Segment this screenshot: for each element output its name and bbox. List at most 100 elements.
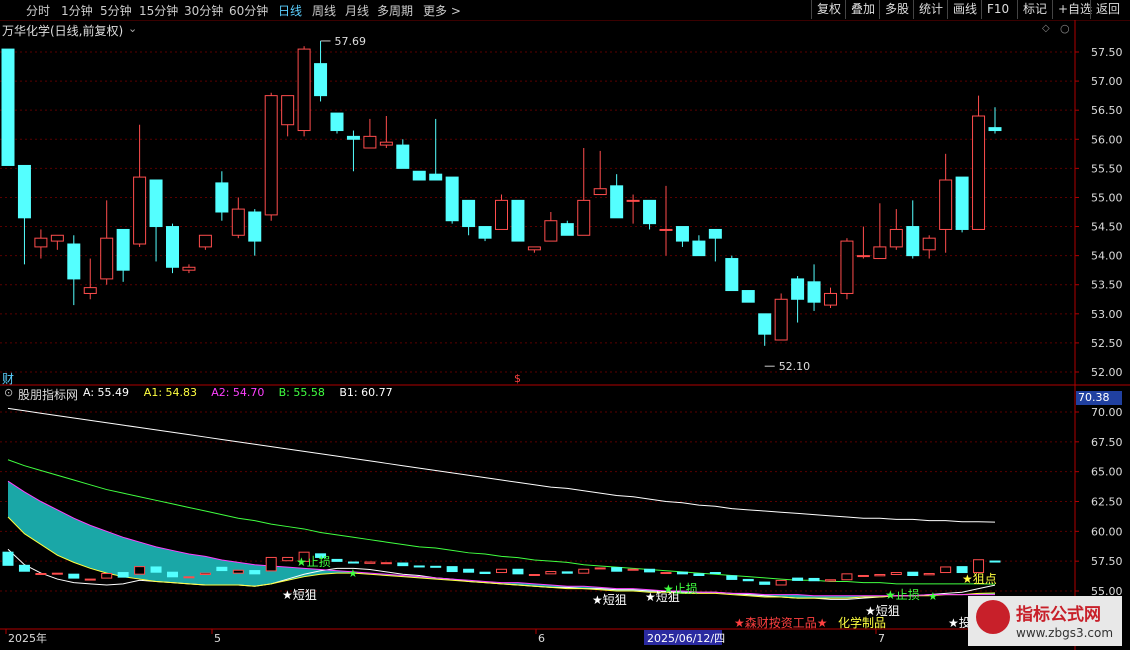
ind-candle-1 <box>18 564 30 572</box>
ind-tick-label-1: 67.50 <box>1091 436 1123 449</box>
candle-body-47 <box>774 298 788 341</box>
candle-body-12 <box>198 234 212 248</box>
watermark: 指标公式网 www.zbgs3.com <box>968 596 1122 646</box>
candle-body-6 <box>100 237 114 280</box>
candle-body-11 <box>182 266 196 271</box>
xaxis-label-4: 7 <box>878 632 885 645</box>
ind-candle-56 <box>923 573 935 576</box>
ind-candle-28 <box>463 568 475 573</box>
candle-body-3 <box>50 234 64 242</box>
ind-candle-20 <box>331 558 343 562</box>
ind-candle-11 <box>183 576 195 579</box>
candle-body-29 <box>478 226 492 239</box>
ind-candle-43 <box>709 572 721 575</box>
ind-candle-0 <box>2 551 14 566</box>
ind-candle-14 <box>232 569 244 574</box>
ind-candle-45 <box>742 578 754 582</box>
signal-0: ★短狙 <box>282 588 317 602</box>
y-tick-label-5: 55.00 <box>1091 191 1123 204</box>
ind-candle-16 <box>265 556 277 572</box>
candle-body-51 <box>840 240 854 294</box>
series-line-B1 <box>7 407 996 523</box>
candle-body-43 <box>708 228 722 239</box>
ind-candle-34 <box>561 571 573 574</box>
ind-candle-33 <box>545 571 557 575</box>
candle-body-41 <box>675 226 689 242</box>
candle-body-24 <box>396 144 410 169</box>
kline-chart[interactable]: 57.50 57.00 56.50 56.00 55.50 55.00 54.50 54.00… <box>0 0 1130 650</box>
candle-body-52 <box>856 255 870 258</box>
signal-2: ★短狙 <box>592 593 627 607</box>
ind-candle-22 <box>364 561 376 564</box>
ind-candle-55 <box>907 571 919 576</box>
candle-body-59 <box>972 115 986 230</box>
candle-body-42 <box>692 240 706 257</box>
candle-body-38 <box>626 199 640 202</box>
signal-star-1: ★ <box>348 567 358 580</box>
ind-candle-59 <box>973 559 985 574</box>
candle-body-5 <box>83 287 97 294</box>
y-tick-label-7: 54.00 <box>1091 250 1123 263</box>
ind-candle-2 <box>35 573 47 576</box>
ind-candle-15 <box>249 570 261 575</box>
ind-candle-53 <box>874 574 886 577</box>
ind-candle-54 <box>890 572 902 576</box>
candle-body-21 <box>346 135 360 140</box>
ind-candle-50 <box>825 579 836 582</box>
ind-tick-label-0: 70.00 <box>1091 406 1123 419</box>
candle-body-56 <box>922 237 936 251</box>
candle-body-25 <box>412 170 426 181</box>
watermark-logo <box>976 600 1010 634</box>
ind-candle-26 <box>430 565 442 568</box>
y-tick-label-4: 55.50 <box>1091 162 1123 175</box>
ind-candle-21 <box>347 561 359 564</box>
ind-candle-25 <box>413 565 425 568</box>
ind-tick-label-3: 62.50 <box>1091 496 1123 509</box>
ind-candle-12 <box>199 572 211 576</box>
ind-candle-57 <box>940 566 952 574</box>
candle-body-44 <box>725 258 739 292</box>
y-tick-label-10: 52.50 <box>1091 337 1123 350</box>
ind-candle-41 <box>676 571 688 575</box>
candle-body-18 <box>297 48 311 132</box>
candle-body-30 <box>495 199 508 230</box>
candle-body-45 <box>741 290 755 303</box>
y-tick-label-0: 57.50 <box>1091 46 1123 59</box>
candle-body-40 <box>659 228 673 231</box>
candle-body-20 <box>330 112 344 132</box>
candle-body-54 <box>889 228 903 248</box>
ind-candle-24 <box>397 562 409 567</box>
ind-candle-35 <box>578 568 590 574</box>
ind-candle-37 <box>611 567 623 572</box>
ind-candle-13 <box>216 566 228 572</box>
ind-candle-47 <box>775 579 787 586</box>
ind-candle-36 <box>594 567 606 570</box>
y-tick-label-3: 56.00 <box>1091 133 1123 146</box>
ind-candle-5 <box>84 578 96 581</box>
candle-body-37 <box>610 185 624 219</box>
candle-body-48 <box>791 278 805 300</box>
ind-candle-17 <box>282 556 294 562</box>
high-label: 57.69 <box>335 35 367 48</box>
candle-body-7 <box>116 228 130 271</box>
ind-tick-label-5: 57.50 <box>1091 555 1123 568</box>
ind-candle-38 <box>627 568 639 571</box>
xaxis-label-0: 2025年 <box>8 631 47 645</box>
ind-candle-10 <box>167 571 178 578</box>
candle-body-19 <box>314 63 328 97</box>
candle-body-26 <box>429 173 443 181</box>
ind-candle-3 <box>51 572 63 575</box>
ind-tick-label-4: 60.00 <box>1091 525 1123 538</box>
y-tick-label-8: 53.50 <box>1091 279 1123 292</box>
xaxis-label-3: 2025/06/12/四 <box>647 632 725 645</box>
candle-body-58 <box>955 176 969 230</box>
signal-8: ★森财按资工品★ <box>734 615 828 630</box>
candle-body-36 <box>593 188 607 196</box>
candle-body-4 <box>67 243 81 280</box>
candle-body-50 <box>824 292 837 306</box>
candle-body-32 <box>527 246 541 251</box>
ind-candle-31 <box>512 568 524 575</box>
signal-9: 化学制品 <box>838 615 886 630</box>
signal-1: ★止损 <box>296 555 331 569</box>
signal-6: ★止损 <box>885 588 920 602</box>
